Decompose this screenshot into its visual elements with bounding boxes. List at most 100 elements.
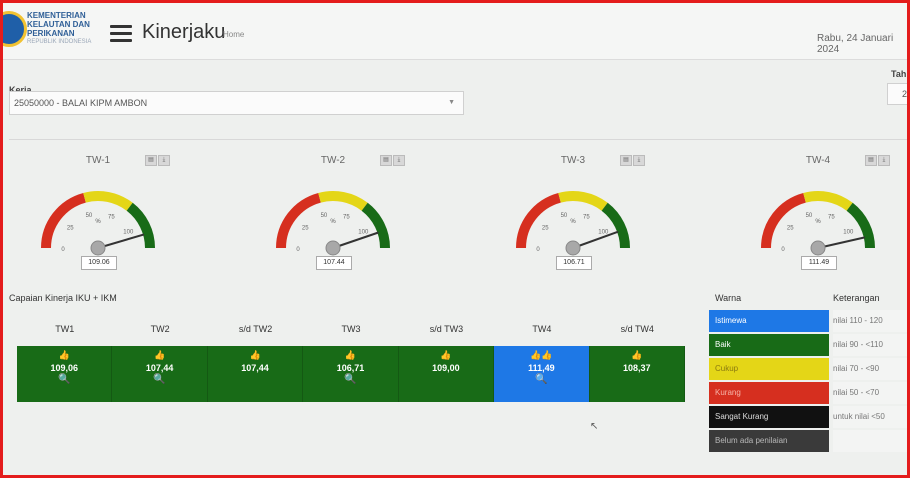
gauge-band-yellow (558, 191, 608, 211)
legend-color-swatch: Cukup (709, 358, 829, 380)
gauge-tw2: TW-2 ▤ ⤓ 0 25 50 75 100% 107.44 (258, 153, 408, 278)
legend-color-swatch: Kurang (709, 382, 829, 404)
capaian-value: 108,37 (623, 363, 651, 373)
gauge-band-yellow (83, 191, 133, 211)
tahun-select[interactable]: 20 (887, 83, 908, 105)
gauge-band-yellow (803, 191, 853, 211)
mouse-cursor-icon: ↖ (590, 421, 599, 432)
gauge-band-red (761, 192, 807, 249)
capaian-cell: 👍 106,71 🔍 (303, 346, 399, 402)
capaian-header: TW1 (55, 324, 75, 334)
gauge-hub (90, 240, 106, 256)
tahun-label: Tah (891, 69, 907, 79)
section-divider (9, 139, 907, 140)
gauge-unit: % (330, 219, 336, 225)
gauge-band-red (41, 192, 87, 249)
legend-description: nilai 70 - <90 (833, 358, 907, 380)
breadcrumb-home[interactable]: Home (223, 30, 244, 39)
org-name: KEMENTERIAN KELAUTAN DAN PERIKANAN REPUB… (27, 11, 91, 47)
gauge-tick-label: 100 (843, 230, 854, 236)
magnifier-icon[interactable]: 🔍 (17, 374, 111, 385)
gauge-unit: % (815, 219, 821, 225)
kerja-select-value: 25050000 - BALAI KIPM AMBON (14, 98, 148, 108)
current-date: Rabu, 24 Januari 2024 (817, 33, 894, 55)
thumbs-up-icon: 👍 (154, 350, 166, 360)
gauge-unit: % (95, 219, 101, 225)
gauge-band-red (516, 192, 562, 249)
gauge-value: 107.44 (316, 256, 352, 270)
capaian-value: 109,06 (50, 363, 78, 373)
magnifier-icon[interactable]: 🔍 (494, 374, 588, 385)
gauge-tick-label: 100 (358, 230, 369, 236)
gauge-band-green (126, 202, 155, 249)
gauge-hub (325, 240, 341, 256)
legend-header-keterangan: Keterangan (833, 293, 880, 303)
capaian-value: 109,00 (432, 363, 460, 373)
gauge-tick-label: 50 (86, 213, 93, 219)
thumbs-up-icon: 👍 (440, 350, 452, 360)
capaian-value: 107,44 (241, 363, 269, 373)
kkp-logo-icon (3, 11, 27, 47)
kerja-select[interactable]: 25050000 - BALAI KIPM AMBON ▼ (9, 91, 464, 115)
gauge-value: 109.06 (81, 256, 117, 270)
capaian-value: 111,49 (528, 363, 555, 373)
capaian-value: 107,44 (145, 363, 174, 373)
legend-description: nilai 50 - <70 (833, 382, 907, 404)
org-line1: KEMENTERIAN (27, 11, 86, 20)
legend-row: Cukup nilai 70 - <90 (709, 358, 907, 380)
capaian-title: Capaian Kinerja IKU + IKM (9, 293, 117, 303)
legend-row: Istimewa nilai 110 - 120 (709, 310, 907, 332)
gauge-band-green (846, 202, 875, 249)
tahun-select-value: 20 (902, 89, 908, 99)
legend-row: Sangat Kurang untuk nilai <50 (709, 406, 907, 428)
capaian-cell: 👍 109,00 (398, 346, 495, 402)
magnifier-icon[interactable]: 🔍 (112, 374, 206, 385)
gauge-value: 111.49 (801, 256, 837, 270)
capaian-value: 106,71 (336, 363, 365, 373)
gauge-tick-label: 0 (781, 247, 785, 253)
gauge-tick-label: 25 (67, 226, 74, 232)
capaian-header: TW3 (341, 324, 361, 334)
thumbs-up-icon: 👍 (344, 350, 357, 360)
gauge-band-yellow (318, 191, 368, 211)
gauge-tick-label: 0 (296, 247, 300, 253)
legend-row: Belum ada penilaian (709, 430, 907, 452)
capaian-header: s/d TW2 (238, 324, 273, 334)
gauge-tick-label: 25 (302, 226, 309, 232)
gauge-tick-label: 0 (536, 247, 540, 253)
legend-color-swatch: Belum ada penilaian (709, 430, 829, 452)
hamburger-menu-icon[interactable] (110, 25, 132, 42)
top-header: KEMENTERIAN KELAUTAN DAN PERIKANAN REPUB… (3, 3, 907, 60)
capaian-cell: 👍 108,37 (589, 346, 685, 402)
gauge-tick-label: 75 (828, 215, 835, 221)
gauge-unit: % (570, 219, 576, 225)
capaian-cell: 👍 107,44 🔍 (112, 346, 208, 402)
thumbs-up-icon: 👍👍 (530, 350, 553, 360)
thumbs-up-icon: 👍 (631, 350, 643, 360)
capaian-cell: 👍 107,44 (207, 346, 304, 402)
magnifier-icon[interactable]: 🔍 (303, 374, 397, 385)
gauge-value: 106.71 (556, 256, 592, 270)
legend-description (833, 430, 907, 452)
gauge-hub (565, 240, 581, 256)
capaian-cell: 👍 109,06 🔍 (17, 346, 113, 402)
legend-color-swatch: Istimewa (709, 310, 829, 332)
gauge-tick-label: 25 (787, 226, 794, 232)
org-line2: KELAUTAN DAN (27, 20, 90, 29)
thumbs-up-icon: 👍 (249, 350, 261, 360)
capaian-header: s/d TW3 (429, 324, 464, 334)
gauge-tick-label: 50 (806, 213, 813, 219)
gauge-tick-label: 50 (321, 213, 328, 219)
gauge-band-green (601, 202, 630, 249)
org-tagline: REPUBLIK INDONESIA (27, 39, 92, 45)
gauge-tick-label: 100 (123, 230, 134, 236)
capaian-header: TW4 (532, 324, 552, 334)
gauge-tick-label: 0 (61, 247, 65, 253)
gauge-tw4: TW-4 ▤ ⤓ 0 25 50 75 100% 111.49 (743, 153, 893, 278)
gauge-tw3: TW-3 ▤ ⤓ 0 25 50 75 100% 106.71 (498, 153, 648, 278)
capaian-header: s/d TW4 (620, 324, 654, 334)
capaian-cell: 👍👍 111,49 🔍 (494, 346, 590, 402)
legend-color-swatch: Sangat Kurang (709, 406, 829, 428)
gauge-tick-label: 50 (561, 213, 568, 219)
gauge-tick-label: 25 (542, 226, 549, 232)
